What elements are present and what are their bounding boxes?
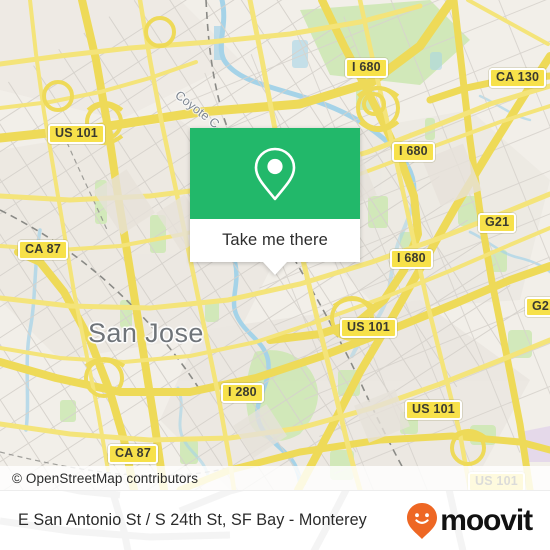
place-title: E San Antonio St / S 24th St, SF Bay - M…: [18, 511, 367, 529]
highway-shield-i680-south[interactable]: I 680: [390, 249, 433, 269]
popup-icon-area: [190, 128, 360, 219]
osm-attribution[interactable]: © OpenStreetMap contributors: [0, 466, 550, 490]
highway-shield-i680-mid[interactable]: I 680: [392, 142, 435, 162]
highway-shield-i280[interactable]: I 280: [221, 383, 264, 403]
highway-shield-g21-north[interactable]: G21: [478, 213, 517, 233]
highway-shield-us101-nw[interactable]: US 101: [48, 124, 105, 144]
moovit-map-screen: San Jose Coyote C I 680 CA 130 US 101 I …: [0, 0, 550, 550]
destination-popup-card[interactable]: Take me there: [190, 128, 360, 275]
highway-shield-g21-south[interactable]: G21: [525, 297, 550, 317]
highway-shield-i680-north[interactable]: I 680: [345, 58, 388, 78]
footer-content: E San Antonio St / S 24th St, SF Bay - M…: [0, 491, 550, 550]
take-me-there-label: Take me there: [222, 231, 328, 249]
footer-bar: E San Antonio St / S 24th St, SF Bay - M…: [0, 490, 550, 550]
popup-action-area[interactable]: Take me there: [190, 219, 360, 275]
highway-shield-ca87-west[interactable]: CA 87: [18, 240, 68, 260]
highway-shield-ca87-south[interactable]: CA 87: [108, 444, 158, 464]
osm-attribution-text: © OpenStreetMap contributors: [12, 470, 199, 486]
highway-shield-us101-se[interactable]: US 101: [405, 400, 462, 420]
moovit-wordmark: moovit: [440, 503, 533, 537]
highway-shield-us101-mid[interactable]: US 101: [340, 318, 397, 338]
moovit-brand-logo[interactable]: moovit: [406, 502, 533, 540]
moovit-smiley-pin-icon: [407, 502, 438, 539]
map-pin-icon: [254, 147, 296, 200]
highway-shield-ca130[interactable]: CA 130: [489, 68, 547, 88]
popup-pointer-tail: [263, 262, 287, 275]
